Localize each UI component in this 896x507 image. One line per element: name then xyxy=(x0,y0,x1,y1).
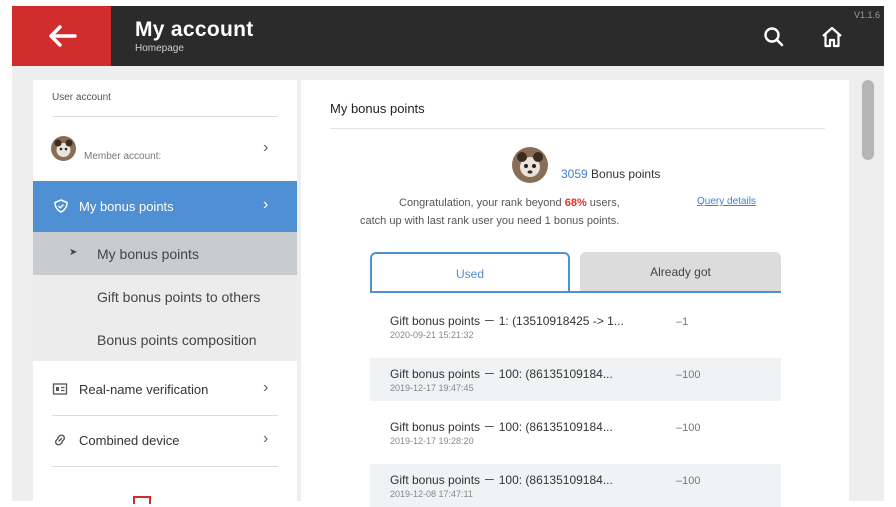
tab-used[interactable]: Used xyxy=(370,252,570,292)
record-amount: –100 xyxy=(676,369,701,381)
record-date: 2019-12-17 19:47:45 xyxy=(390,383,474,393)
record-amount: –100 xyxy=(676,475,701,487)
chevron-right-icon: › xyxy=(263,139,269,156)
page-title: My account xyxy=(135,18,254,41)
avatar xyxy=(51,136,76,161)
list-item[interactable]: Gift bonus points － 100: (86135109184...… xyxy=(370,358,781,401)
sidebar-item-real-name-verification[interactable]: Real-name verification › xyxy=(33,364,297,414)
title-block: My account Homepage xyxy=(135,18,254,55)
home-icon[interactable] xyxy=(819,24,845,50)
arrow-left-icon xyxy=(48,25,77,47)
sidebar-item-label: Combined device xyxy=(79,433,180,448)
scrollbar-thumb[interactable] xyxy=(862,80,874,160)
rank-percentage: 68% xyxy=(564,197,587,209)
member-account-row[interactable]: Member account: › xyxy=(33,128,297,178)
rank-text: Congratulation, your rank beyond 68% use… xyxy=(399,197,620,209)
tab-already-got[interactable]: Already got xyxy=(580,252,781,292)
record-description: Gift bonus points － 100: (86135109184... xyxy=(390,420,613,434)
list-item[interactable]: Gift bonus points － 100: (86135109184...… xyxy=(370,411,781,454)
avatar xyxy=(512,147,548,183)
top-bar: My account Homepage V1.1.6 xyxy=(12,6,884,66)
sidebar-item-combined-device[interactable]: Combined device › xyxy=(33,415,297,465)
version-label: V1.1.6 xyxy=(853,10,880,20)
sidebar: User account Member account: › My bonus … xyxy=(33,80,297,504)
record-date: 2019-12-17 19:28:20 xyxy=(390,436,474,446)
rank-text-suffix: users, xyxy=(586,197,620,209)
chevron-right-icon: › xyxy=(263,196,269,213)
tab-underline xyxy=(370,291,781,293)
shield-icon xyxy=(54,199,68,213)
chevron-right-icon: › xyxy=(263,379,269,396)
catch-up-text: catch up with last rank user you need 1 … xyxy=(360,215,620,227)
divider xyxy=(330,128,825,129)
sidebar-item-my-bonus-points[interactable]: My bonus points › xyxy=(33,181,297,232)
record-description: Gift bonus points － 1: (13510918425 -> 1… xyxy=(390,314,624,328)
link-icon xyxy=(54,434,66,446)
record-description: Gift bonus points － 100: (86135109184... xyxy=(390,367,613,381)
sub-item-my-bonus-points[interactable]: ➤ My bonus points xyxy=(33,232,297,275)
rank-text-prefix: Congratulation, your rank beyond xyxy=(399,197,565,209)
list-item[interactable]: Gift bonus points － 1: (13510918425 -> 1… xyxy=(370,305,781,348)
page-subtitle: Homepage xyxy=(135,43,184,54)
caret-right-icon: ➤ xyxy=(69,247,78,258)
record-date: 2020-09-21 15:21:32 xyxy=(390,330,474,340)
main-panel: My bonus points 3059 Bonus points Congra… xyxy=(301,80,849,507)
chevron-right-icon: › xyxy=(263,430,269,447)
logout-icon[interactable] xyxy=(133,496,151,504)
sidebar-heading: User account xyxy=(52,92,111,103)
points-label: Bonus points xyxy=(591,167,661,181)
id-card-icon xyxy=(52,383,68,395)
record-amount: –100 xyxy=(676,422,701,434)
member-account-label: Member account: xyxy=(84,151,162,162)
record-amount: –1 xyxy=(676,316,689,328)
back-button[interactable] xyxy=(12,6,111,66)
divider xyxy=(52,116,278,117)
sidebar-item-label: Real-name verification xyxy=(79,382,209,397)
record-description: Gift bonus points － 100: (86135109184... xyxy=(390,473,613,487)
divider xyxy=(52,466,278,467)
record-date: 2019-12-08 17:47:11 xyxy=(390,489,473,499)
section-title: My bonus points xyxy=(330,101,425,116)
sidebar-item-label: My bonus points xyxy=(79,199,174,214)
sub-item-label: Bonus points composition xyxy=(97,332,257,348)
sub-item-label: My bonus points xyxy=(97,246,199,262)
sub-item-gift-bonus-points[interactable]: Gift bonus points to others xyxy=(33,275,297,318)
sub-item-bonus-points-composition[interactable]: Bonus points composition xyxy=(33,318,297,361)
sub-item-label: Gift bonus points to others xyxy=(97,289,261,305)
search-icon[interactable] xyxy=(761,24,787,50)
points-value: 3059 xyxy=(561,167,588,181)
query-details-link[interactable]: Query details xyxy=(697,196,756,207)
points-summary: 3059 Bonus points xyxy=(561,167,660,181)
